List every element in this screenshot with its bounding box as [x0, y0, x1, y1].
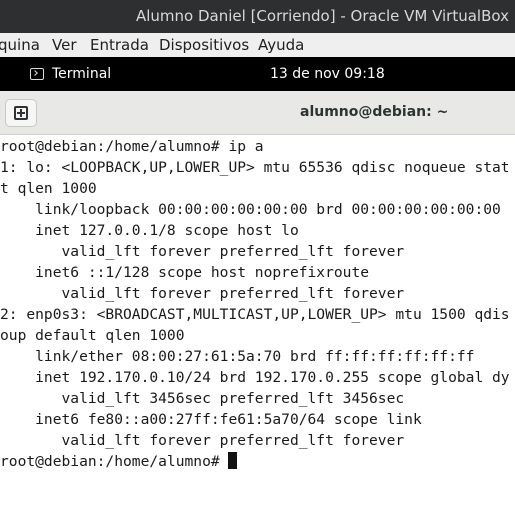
terminal-line: valid_lft forever preferred_lft forever — [0, 432, 405, 449]
terminal-line: inet 127.0.0.1/8 scope host lo — [0, 222, 299, 239]
window-title: Alumno Daniel [Corriendo] - Oracle VM Vi… — [135, 7, 509, 25]
clock[interactable]: 13 de nov 09:18 — [270, 57, 385, 91]
terminal-line: inet6 ::1/128 scope host noprefixroute — [0, 264, 370, 281]
terminal-prompt-line[interactable]: root@debian:/home/alumno# — [0, 451, 238, 472]
terminal-line: link/ether 08:00:27:61:5a:70 brd ff:ff:f… — [0, 348, 475, 365]
text-cursor — [228, 452, 238, 469]
app-menu-label: Terminal — [52, 66, 112, 82]
new-tab-plus-icon — [14, 106, 28, 120]
terminal-title: alumno@debian: ~ — [300, 104, 449, 120]
terminal-line: root@debian:/home/alumno# ip a — [0, 138, 264, 155]
activities-app-menu[interactable]: Terminal — [30, 57, 111, 91]
terminal-icon — [30, 68, 44, 80]
terminal-headerbar[interactable]: alumno@debian: ~ — [0, 91, 515, 135]
menu-dispositivos[interactable]: Dispositivos — [159, 33, 249, 57]
terminal-line: oup default qlen 1000 — [0, 327, 185, 344]
terminal-line: link/loopback 00:00:00:00:00:00 brd 00:0… — [0, 201, 501, 218]
terminal-line: t qlen 1000 — [0, 180, 97, 197]
terminal-window: alumno@debian: ~ root@debian:/home/alumn… — [0, 91, 515, 513]
terminal-line: valid_lft forever preferred_lft forever — [0, 243, 405, 260]
terminal-line: valid_lft 3456sec preferred_lft 3456sec — [0, 390, 405, 407]
virtualbox-titlebar[interactable]: Alumno Daniel [Corriendo] - Oracle VM Vi… — [0, 0, 515, 33]
new-tab-button[interactable] — [5, 99, 37, 127]
menu-maquina[interactable]: quina — [0, 33, 40, 57]
terminal-output[interactable]: root@debian:/home/alumno# ip a 1: lo: <L… — [0, 135, 515, 513]
virtualbox-menubar: quina Ver Entrada Dispositivos Ayuda — [0, 33, 515, 57]
terminal-prompt: root@debian:/home/alumno# — [0, 453, 229, 470]
terminal-line: inet 192.170.0.10/24 brd 192.170.0.255 s… — [0, 369, 510, 386]
menu-ayuda[interactable]: Ayuda — [258, 33, 304, 57]
terminal-line: valid_lft forever preferred_lft forever — [0, 285, 405, 302]
menu-ver[interactable]: Ver — [52, 33, 77, 57]
terminal-line: 2: enp0s3: <BROADCAST,MULTICAST,UP,LOWER… — [0, 306, 510, 323]
terminal-line: inet6 fe80::a00:27ff:fe61:5a70/64 scope … — [0, 411, 422, 428]
menu-entrada[interactable]: Entrada — [90, 33, 149, 57]
gnome-top-bar: Terminal 13 de nov 09:18 — [0, 57, 515, 91]
terminal-line: 1: lo: <LOOPBACK,UP,LOWER_UP> mtu 65536 … — [0, 159, 510, 176]
